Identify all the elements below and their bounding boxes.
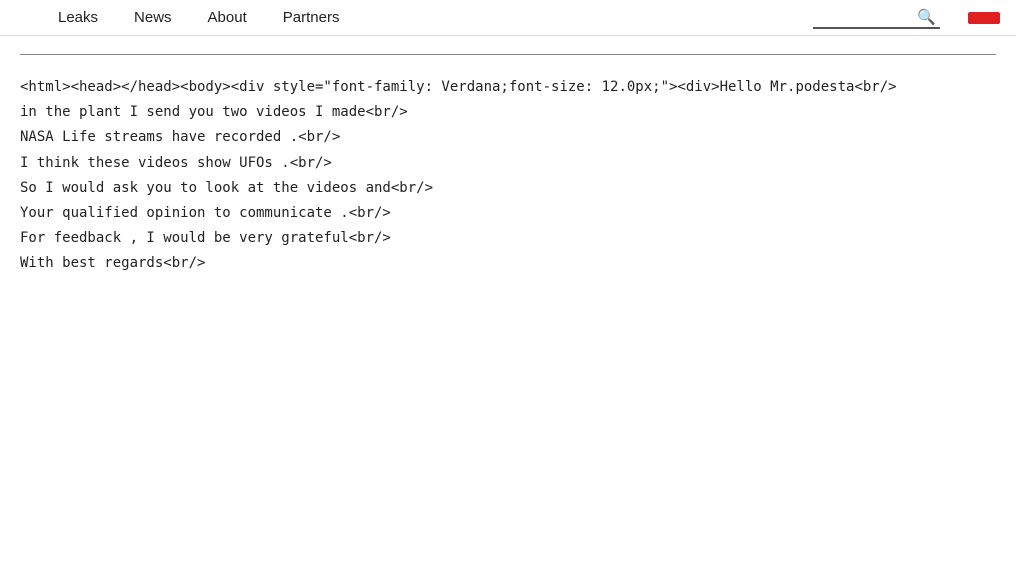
email-body: <html><head></head><body><div style="fon… bbox=[20, 75, 996, 277]
navbar: Leaks News About Partners 🔍 bbox=[0, 0, 1016, 36]
nav-item-partners[interactable]: Partners bbox=[265, 0, 358, 36]
search-button[interactable]: 🔍 bbox=[913, 8, 940, 26]
search-container: 🔍 bbox=[813, 7, 940, 29]
email-divider bbox=[20, 54, 996, 55]
donate-button[interactable] bbox=[968, 12, 1000, 24]
email-container: <html><head></head><body><div style="fon… bbox=[0, 36, 1016, 289]
search-input[interactable] bbox=[813, 7, 913, 27]
nav-item-about[interactable]: About bbox=[190, 0, 265, 36]
nav-item-leaks[interactable]: Leaks bbox=[40, 0, 116, 36]
nav-item-news[interactable]: News bbox=[116, 0, 190, 36]
nav-links: Leaks News About Partners bbox=[40, 0, 357, 36]
